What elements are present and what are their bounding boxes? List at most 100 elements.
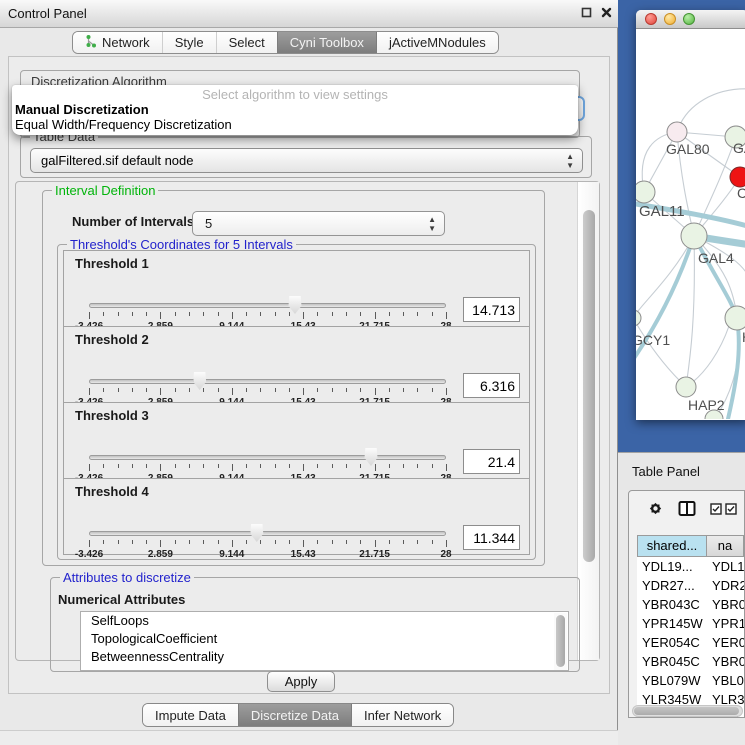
- column-header-shared-name[interactable]: shared...: [637, 535, 707, 557]
- minimize-traffic-light-icon[interactable]: [664, 13, 676, 25]
- settings-scrollbar[interactable]: [577, 182, 599, 660]
- slider-ticks: [89, 388, 446, 396]
- threshold-label: Threshold 2: [75, 332, 149, 347]
- table-row[interactable]: YBL079WYBL0: [637, 671, 744, 690]
- interval-definition-title: Interval Definition: [52, 183, 158, 198]
- network-node[interactable]: [725, 306, 745, 330]
- bottom-strip: [0, 730, 618, 745]
- table-cell-shared-name[interactable]: YBR045C: [637, 652, 707, 671]
- table-hscrollbar[interactable]: [632, 705, 743, 717]
- table-row[interactable]: YER054CYER0: [637, 633, 744, 652]
- threshold-card-1: Threshold 1-3.4262.8599.14415.4321.71528: [63, 250, 530, 327]
- slider-track[interactable]: [89, 303, 446, 308]
- network-window-titlebar[interactable]: [636, 10, 745, 29]
- slider-track[interactable]: [89, 455, 446, 460]
- tick-label: 28: [440, 549, 451, 560]
- table-data-combobox[interactable]: galFiltered.sif default node ▲▼: [30, 148, 583, 173]
- table-row[interactable]: YBR043CYBR0: [637, 595, 744, 614]
- network-node[interactable]: [667, 122, 687, 142]
- threshold-value-field[interactable]: [463, 525, 520, 550]
- bottom-tab-discretize-data[interactable]: Discretize Data: [238, 704, 351, 726]
- number-of-intervals-spinner[interactable]: 5 ▲▼: [192, 211, 445, 236]
- table-cell-name[interactable]: YBR0: [707, 652, 744, 671]
- network-svg: GAL80GACGAL11GAL4GCY1HHAP2: [636, 29, 745, 419]
- tab-select[interactable]: Select: [216, 32, 277, 53]
- table-cell-name[interactable]: YER0: [707, 633, 744, 652]
- node-label-hap2: HAP2: [688, 397, 725, 413]
- attributes-scrollbar-thumb[interactable]: [556, 615, 565, 667]
- split-columns-icon[interactable]: [678, 500, 696, 520]
- attribute-item-betweennesscentrality[interactable]: BetweennessCentrality: [81, 648, 568, 666]
- table-cell-shared-name[interactable]: YBL079W: [637, 671, 707, 690]
- network-node[interactable]: [681, 223, 707, 249]
- bottom-tab-impute-data[interactable]: Impute Data: [143, 704, 238, 726]
- tab-style[interactable]: Style: [162, 32, 216, 53]
- network-node[interactable]: [636, 181, 655, 203]
- threshold-card-2: Threshold 2 -3.4262.8599.14415.4321.71528: [63, 326, 530, 403]
- attribute-item-selfloops[interactable]: SelfLoops: [81, 612, 568, 630]
- bottom-tab-infer-network-label: Infer Network: [364, 708, 441, 723]
- slider-track[interactable]: [89, 531, 446, 536]
- settings-scrollbar-thumb[interactable]: [583, 210, 595, 562]
- table-cell-shared-name[interactable]: YBR043C: [637, 595, 707, 614]
- tick-label: 15.43: [291, 549, 316, 560]
- slider-tick-labels: -3.4262.8599.14415.4321.71528: [89, 549, 446, 560]
- threshold-card-4: Threshold 4-3.4262.8599.14415.4321.71528: [63, 478, 530, 555]
- table-cell-name[interactable]: YDL1: [707, 557, 744, 576]
- table-cell-shared-name[interactable]: YDL19...: [637, 557, 707, 576]
- table-cell-name[interactable]: YBL0: [707, 671, 744, 690]
- checkbox-icon[interactable]: [710, 503, 722, 518]
- tab-network[interactable]: Network: [73, 32, 162, 53]
- threshold-label: Threshold 3: [75, 408, 149, 423]
- network-node[interactable]: [730, 167, 745, 187]
- table-cell-name[interactable]: YBR0: [707, 595, 744, 614]
- bottom-tab-discretize-data-label: Discretize Data: [251, 708, 339, 723]
- network-icon: [85, 34, 97, 51]
- tick-label: -3.426: [75, 549, 103, 560]
- dropdown-option-equal-width-frequency[interactable]: Equal Width/Frequency Discretization: [12, 117, 578, 132]
- threshold-value-field[interactable]: [463, 297, 520, 322]
- attributes-scrollbar[interactable]: [554, 613, 567, 671]
- network-desktop: GAL80GACGAL11GAL4GCY1HHAP2: [618, 0, 745, 452]
- float-button[interactable]: [581, 7, 592, 18]
- network-view-window[interactable]: GAL80GACGAL11GAL4GCY1HHAP2: [636, 10, 745, 420]
- apply-button[interactable]: Apply: [267, 671, 335, 692]
- table-cell-shared-name[interactable]: YPR145W: [637, 614, 707, 633]
- close-button[interactable]: [601, 7, 612, 18]
- tab-jactivemnodules[interactable]: jActiveMNodules: [376, 32, 498, 53]
- column-header-name[interactable]: na: [707, 535, 744, 557]
- gear-icon[interactable]: [647, 500, 664, 520]
- threshold-cards: Threshold 1-3.4262.8599.14415.4321.71528…: [63, 251, 530, 555]
- bottom-tab-infer-network[interactable]: Infer Network: [351, 704, 453, 726]
- table-row[interactable]: YDL19...YDL1: [637, 557, 744, 576]
- table-cell-name[interactable]: YDR2: [707, 576, 744, 595]
- dropdown-option-manual-discretization[interactable]: Manual Discretization: [12, 102, 578, 117]
- checkbox-icon[interactable]: [725, 503, 737, 518]
- attribute-items: SelfLoopsTopologicalCoefficientBetweenne…: [81, 612, 568, 666]
- slider-ticks: [89, 312, 446, 320]
- table-cell-shared-name[interactable]: YER054C: [637, 633, 707, 652]
- network-node[interactable]: [636, 310, 641, 326]
- threshold-slider-4: -3.4262.8599.14415.4321.71528: [89, 523, 446, 557]
- table-cell-name[interactable]: YPR1: [707, 614, 744, 633]
- attribute-item-topologicalcoefficient[interactable]: TopologicalCoefficient: [81, 630, 568, 648]
- slider-track[interactable]: [89, 379, 446, 384]
- tick-label: 2.859: [148, 549, 173, 560]
- threshold-value-field[interactable]: [463, 449, 520, 474]
- threshold-slider-3: -3.4262.8599.14415.4321.71528: [89, 447, 446, 481]
- tab-cyni-toolbox[interactable]: Cyni Toolbox: [277, 32, 376, 53]
- table-cell-shared-name[interactable]: YDR27...: [637, 576, 707, 595]
- table-row[interactable]: YPR145WYPR1: [637, 614, 744, 633]
- zoom-traffic-light-icon[interactable]: [683, 13, 695, 25]
- threshold-slider-2: -3.4262.8599.14415.4321.71528: [89, 371, 446, 405]
- table-hscrollbar-thumb[interactable]: [634, 707, 739, 715]
- close-traffic-light-icon[interactable]: [645, 13, 657, 25]
- table-row[interactable]: YBR045CYBR0: [637, 652, 744, 671]
- threshold-value-field[interactable]: [463, 373, 520, 398]
- network-node[interactable]: [676, 377, 696, 397]
- network-canvas[interactable]: GAL80GACGAL11GAL4GCY1HHAP2: [636, 29, 745, 419]
- table-panel-bar: Table Panel: [618, 452, 745, 490]
- tick-label: 9.144: [219, 549, 244, 560]
- numerical-attributes-list[interactable]: SelfLoopsTopologicalCoefficientBetweenne…: [80, 611, 569, 671]
- table-row[interactable]: YDR27...YDR2: [637, 576, 744, 595]
